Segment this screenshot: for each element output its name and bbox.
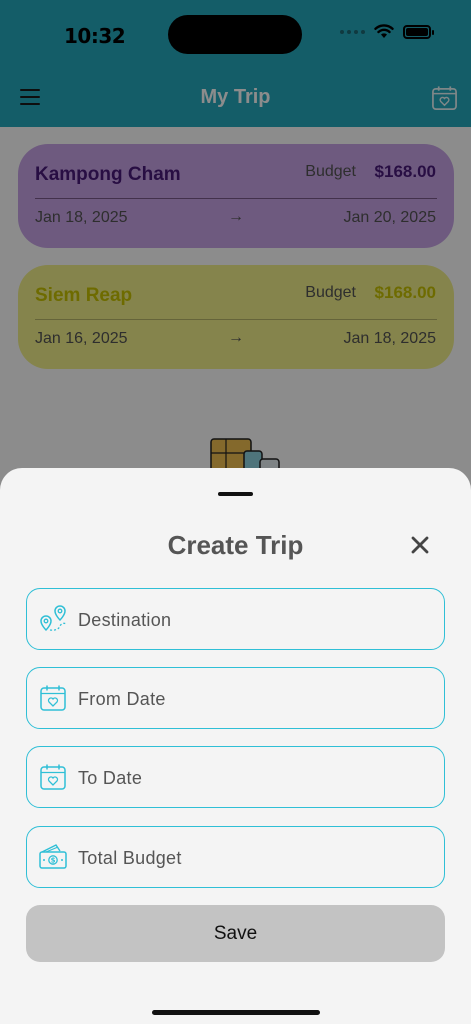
total-budget-label: Total Budget xyxy=(78,848,182,868)
sheet-grabber[interactable] xyxy=(218,492,253,496)
destination-label: Destination xyxy=(78,610,172,630)
map-pin-route-icon xyxy=(40,605,68,632)
calendar-heart-icon xyxy=(40,764,66,790)
money-icon: $ xyxy=(39,844,67,869)
save-button[interactable]: Save xyxy=(26,905,445,962)
destination-field[interactable]: Destination xyxy=(26,588,445,650)
svg-text:$: $ xyxy=(51,857,56,865)
home-indicator[interactable] xyxy=(152,1010,320,1015)
to-date-label: To Date xyxy=(78,768,143,788)
from-date-label: From Date xyxy=(78,689,166,709)
calendar-heart-icon xyxy=(40,685,66,711)
create-trip-sheet: Create Trip Destination From Date To Dat… xyxy=(0,468,471,1024)
close-icon[interactable] xyxy=(409,534,431,556)
total-budget-field[interactable]: $ Total Budget xyxy=(26,826,445,888)
to-date-field[interactable]: To Date xyxy=(26,746,445,808)
from-date-field[interactable]: From Date xyxy=(26,667,445,729)
sheet-title: Create Trip xyxy=(167,530,304,560)
